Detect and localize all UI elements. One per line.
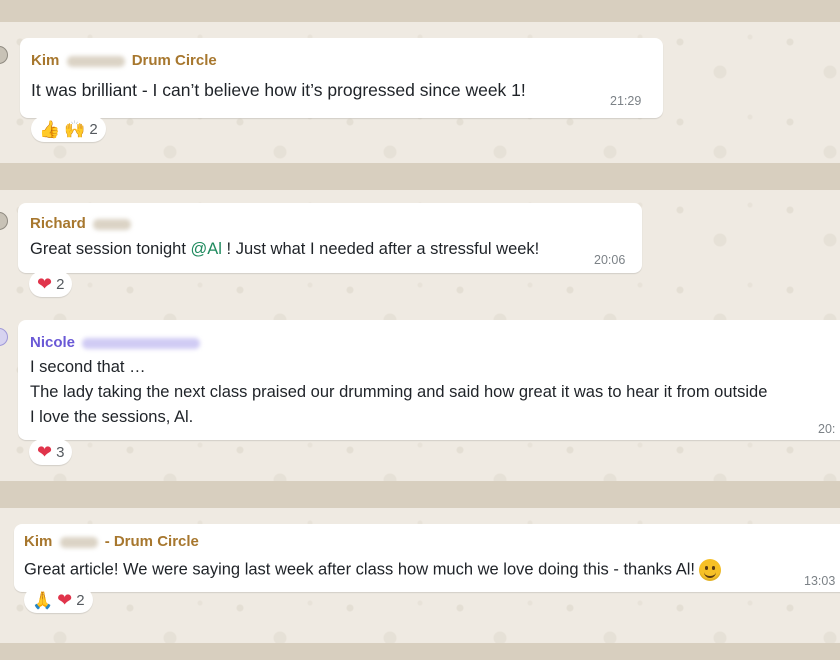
sender-group-label: - Drum Circle <box>104 533 199 550</box>
message-bubble[interactable]: Kim Drum Circle It was brilliant - I can… <box>20 38 663 118</box>
heart-icon: ❤ <box>57 590 73 610</box>
avatar[interactable] <box>0 212 8 230</box>
reaction-bar[interactable]: 🙏 ❤ 2 <box>24 587 93 613</box>
reaction-count: 2 <box>56 275 65 293</box>
message-line: I love the sessions, Al. <box>30 408 194 426</box>
folded-hands-icon: 🙏 <box>32 590 54 610</box>
message-text-part: ! Just what I needed after a stressful w… <box>221 240 540 258</box>
redacted-surname <box>82 337 201 349</box>
avatar[interactable] <box>0 328 8 346</box>
message-text: Great session tonight @Al ! Just what I … <box>30 240 539 259</box>
message-text: It was brilliant - I can’t believe how i… <box>31 80 526 100</box>
message-bubble[interactable]: Kim - Drum Circle Great article! We were… <box>14 524 840 592</box>
message-time: 20: <box>818 422 836 436</box>
raised-hands-icon: 🙌 <box>64 119 86 139</box>
redacted-surname <box>66 55 125 67</box>
chat-panel: Richard Great session tonight @Al ! Just… <box>0 190 840 481</box>
reaction-bar[interactable]: ❤ 2 <box>29 271 73 297</box>
sender-group-label: Drum Circle <box>131 52 217 69</box>
redacted-surname <box>59 536 98 548</box>
redacted-surname <box>93 218 132 230</box>
sender-first-name: Kim <box>31 52 60 69</box>
sender-first-name: Nicole <box>30 334 76 351</box>
message-bubble[interactable]: Richard Great session tonight @Al ! Just… <box>18 203 642 273</box>
message-text-part: Great session tonight <box>30 240 191 258</box>
sender-first-name: Richard <box>30 215 86 232</box>
chat-screenshot-collage: Kim Drum Circle It was brilliant - I can… <box>0 0 840 660</box>
heart-icon: ❤ <box>37 442 53 462</box>
message-time: 21:29 <box>610 94 642 108</box>
sender-name[interactable]: Nicole <box>30 334 203 351</box>
reaction-count: 2 <box>76 591 85 609</box>
sender-name[interactable]: Kim - Drum Circle <box>24 533 199 550</box>
smiling-face-icon <box>699 559 721 581</box>
sender-first-name: Kim <box>24 533 53 550</box>
avatar[interactable] <box>0 46 8 64</box>
message-time: 20:06 <box>594 253 626 267</box>
message-line: The lady taking the next class praised o… <box>30 383 768 401</box>
reaction-bar[interactable]: 👍 🙌 2 <box>31 116 106 142</box>
mention-link[interactable]: @Al <box>191 240 222 258</box>
thumbs-up-icon: 👍 <box>39 119 61 139</box>
reaction-count: 3 <box>56 443 65 461</box>
reaction-bar[interactable]: ❤ 3 <box>29 439 73 465</box>
message-bubble[interactable]: Nicole I second that … The lady taking t… <box>18 320 840 440</box>
chat-panel: Kim Drum Circle It was brilliant - I can… <box>0 22 840 163</box>
heart-icon: ❤ <box>37 274 53 294</box>
message-text-part: Great article! We were saying last week … <box>24 560 695 579</box>
message-line: I second that … <box>30 358 146 376</box>
message-time: 13:03 <box>804 574 836 588</box>
message-text: Great article! We were saying last week … <box>24 559 721 581</box>
chat-panel: Kim - Drum Circle Great article! We were… <box>0 508 840 643</box>
reaction-count: 2 <box>89 120 98 138</box>
sender-name[interactable]: Richard <box>30 215 134 232</box>
sender-name[interactable]: Kim Drum Circle <box>31 52 217 69</box>
